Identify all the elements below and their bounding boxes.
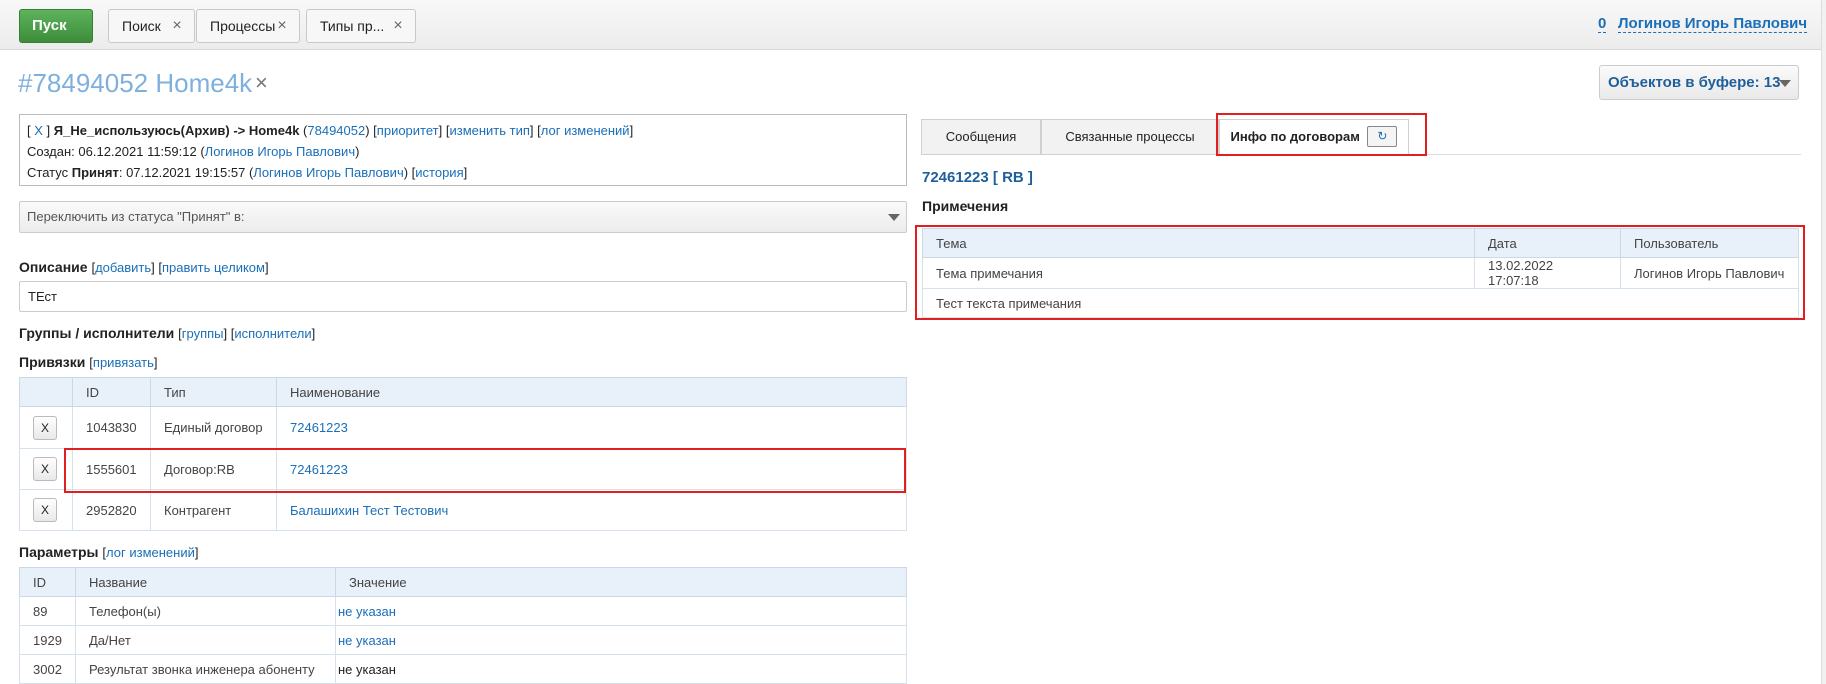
tab-related-processes[interactable]: Связанные процессы bbox=[1041, 119, 1219, 155]
process-id-link[interactable]: 78494052 bbox=[307, 123, 365, 138]
status-value: Принят bbox=[71, 165, 119, 180]
description-field[interactable]: ТЕст bbox=[19, 281, 907, 312]
add-description-link[interactable]: добавить bbox=[95, 260, 151, 275]
column-header-id: ID bbox=[72, 377, 151, 407]
process-info-box: [ X ] Я_Не_используюсь(Архив) -> Home4k … bbox=[19, 114, 907, 186]
tab-messages[interactable]: Сообщения bbox=[921, 119, 1041, 155]
column-header-name: Наименование bbox=[276, 377, 907, 407]
tab-search[interactable]: Поиск × bbox=[108, 9, 195, 43]
refresh-icon[interactable]: ↻ bbox=[1367, 126, 1398, 148]
link-name[interactable]: 72461223 bbox=[290, 420, 348, 435]
column-header-date: Дата bbox=[1474, 228, 1621, 258]
table-row: X 2952820 Контрагент Балашихин Тест Тест… bbox=[19, 489, 907, 531]
table-header-row: Тема Дата Пользователь bbox=[922, 228, 1799, 258]
column-header-value: Значение bbox=[335, 567, 907, 597]
remove-link-button[interactable]: X bbox=[33, 498, 57, 522]
history-link[interactable]: история bbox=[415, 165, 463, 180]
description-header: Описание [добавить] [править целиком] bbox=[19, 259, 269, 275]
close-icon[interactable]: × bbox=[391, 10, 405, 42]
link-name[interactable]: 72461223 bbox=[290, 462, 348, 477]
table-row: 3002 Результат звонка инженера абоненту … bbox=[19, 654, 907, 684]
table-row: 89 Телефон(ы) не указан bbox=[19, 596, 907, 626]
groups-header: Группы / исполнители [группы] [исполните… bbox=[19, 325, 316, 341]
param-value: не указан bbox=[335, 654, 907, 684]
info-line-path: [ X ] Я_Не_используюсь(Архив) -> Home4k … bbox=[27, 123, 634, 138]
info-line-created: Создан: 06.12.2021 11:59:12 (Логинов Иго… bbox=[27, 144, 360, 159]
table-row: X 1555601 Договор:RB 72461223 bbox=[19, 448, 907, 490]
param-value-link[interactable]: не указан bbox=[338, 604, 396, 619]
links-title: Привязки bbox=[19, 354, 86, 370]
params-log-link[interactable]: лог изменений bbox=[106, 545, 195, 560]
tab-process-types[interactable]: Типы пр... × bbox=[306, 9, 416, 43]
note-text: Тест текста примечания bbox=[922, 288, 1799, 318]
params-title: Параметры bbox=[19, 544, 99, 560]
tab-contract-info[interactable]: Инфо по договорам ↻ bbox=[1219, 119, 1409, 155]
top-bar: Пуск Поиск × Процессы × Типы пр... × 0 Л… bbox=[0, 0, 1826, 50]
start-button[interactable]: Пуск bbox=[19, 9, 93, 43]
link-name[interactable]: Балашихин Тест Тестович bbox=[290, 503, 448, 518]
page-title: #78494052 Home4k bbox=[18, 68, 253, 98]
column-header-topic: Тема bbox=[922, 228, 1475, 258]
change-type-link[interactable]: изменить тип bbox=[449, 123, 529, 138]
contract-title[interactable]: 72461223 [ RB ] bbox=[922, 169, 1033, 186]
bind-link[interactable]: привязать bbox=[93, 355, 154, 370]
table-row: Тест текста примечания bbox=[922, 288, 1799, 318]
chevron-down-icon bbox=[888, 214, 900, 221]
notes-title: Примечения bbox=[922, 198, 1009, 214]
tab-processes[interactable]: Процессы × bbox=[196, 9, 300, 43]
scrollbar[interactable] bbox=[1821, 0, 1826, 684]
table-row: Тема примечания 13.02.2022 17:07:18 Логи… bbox=[922, 257, 1799, 289]
groups-link[interactable]: группы bbox=[182, 326, 224, 341]
right-tabs: Сообщения Связанные процессы Инфо по дог… bbox=[921, 119, 1801, 155]
param-value-link[interactable]: не указан bbox=[338, 633, 396, 648]
column-header-id: ID bbox=[19, 567, 76, 597]
remove-link-button[interactable]: X bbox=[33, 415, 57, 440]
column-header-name: Название bbox=[75, 567, 336, 597]
close-icon[interactable]: × bbox=[170, 10, 184, 42]
status-switch-select[interactable]: Переключить из статуса "Принят" в: bbox=[19, 201, 907, 233]
user-counter[interactable]: 0 bbox=[1598, 15, 1607, 33]
info-line-status: Статус Принят: 07.12.2021 19:15:57 (Логи… bbox=[27, 165, 468, 180]
priority-link[interactable]: приоритет bbox=[377, 123, 439, 138]
buffer-label: Объектов в буфере: 13 bbox=[1608, 74, 1781, 91]
chevron-down-icon bbox=[1779, 80, 1791, 87]
table-row: 1929 Да/Нет не указан bbox=[19, 625, 907, 655]
tab-contract-info-label: Инфо по договорам bbox=[1230, 129, 1360, 144]
remove-link-button[interactable]: X bbox=[33, 457, 57, 481]
description-title: Описание bbox=[19, 259, 88, 275]
tab-process-types-label: Типы пр... bbox=[320, 18, 385, 34]
links-table: ID Тип Наименование X 1043830 Единый дог… bbox=[19, 377, 907, 531]
links-header: Привязки [привязать] bbox=[19, 354, 158, 370]
notes-table: Тема Дата Пользователь Тема примечания 1… bbox=[922, 228, 1799, 318]
status-user-link[interactable]: Логинов Игорь Павлович bbox=[253, 165, 403, 180]
process-path: Я_Не_используюсь(Архив) -> Home4k bbox=[53, 123, 300, 138]
created-user-link[interactable]: Логинов Игорь Павлович bbox=[205, 144, 355, 159]
executors-link[interactable]: исполнители bbox=[234, 326, 311, 341]
changelog-link[interactable]: лог изменений bbox=[541, 123, 630, 138]
tab-processes-label: Процессы bbox=[210, 18, 276, 34]
table-header-row: ID Тип Наименование bbox=[19, 377, 907, 407]
tab-search-label: Поиск bbox=[122, 18, 161, 34]
column-header-type: Тип bbox=[150, 377, 277, 407]
groups-title: Группы / исполнители bbox=[19, 325, 175, 341]
close-icon[interactable]: × bbox=[255, 70, 268, 96]
table-row: X 1043830 Единый договор 72461223 bbox=[19, 406, 907, 449]
archive-x-link[interactable]: X bbox=[34, 123, 43, 138]
status-switch-placeholder: Переключить из статуса "Принят" в: bbox=[27, 209, 245, 224]
column-header-user: Пользователь bbox=[1620, 228, 1799, 258]
table-header-row: ID Название Значение bbox=[19, 567, 907, 597]
params-table: ID Название Значение 89 Телефон(ы) не ук… bbox=[19, 567, 907, 684]
params-header: Параметры [лог изменений] bbox=[19, 544, 199, 560]
close-icon[interactable]: × bbox=[275, 10, 289, 42]
user-name-link[interactable]: Логинов Игорь Павлович bbox=[1618, 15, 1808, 33]
edit-description-link[interactable]: править целиком bbox=[162, 260, 265, 275]
buffer-dropdown[interactable]: Объектов в буфере: 13 bbox=[1599, 65, 1799, 100]
